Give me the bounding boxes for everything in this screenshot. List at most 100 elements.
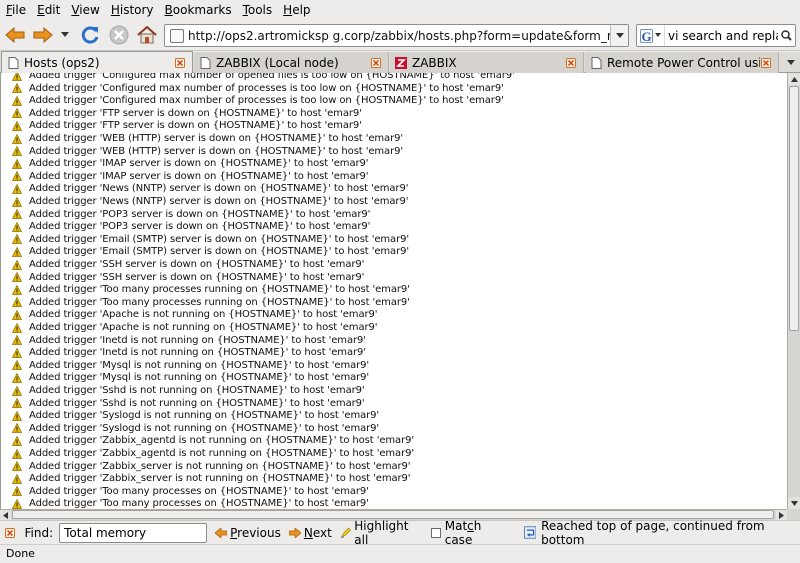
search-input[interactable] bbox=[668, 28, 778, 43]
reload-button[interactable] bbox=[78, 24, 102, 46]
scroll-left-arrow[interactable] bbox=[0, 510, 11, 520]
tab-label: ZABBIX (Local node) bbox=[216, 55, 339, 70]
warning-icon bbox=[12, 133, 22, 144]
log-row: Added trigger 'News (NNTP) server is dow… bbox=[1, 195, 408, 208]
menu-bar: File Edit View History Bookmarks Tools Help bbox=[0, 0, 800, 20]
log-row: Added trigger 'WEB (HTTP) server is down… bbox=[1, 145, 403, 158]
log-message: Added trigger 'Email (SMTP) server is do… bbox=[29, 233, 409, 245]
warning-icon bbox=[12, 95, 22, 106]
menu-view[interactable]: View bbox=[67, 0, 103, 20]
menu-tools[interactable]: Tools bbox=[239, 0, 277, 20]
log-message: Added trigger 'WEB (HTTP) server is down… bbox=[29, 145, 403, 157]
tab-bar: Hosts (ops2) ZABBIX (Local node) ZABBIX … bbox=[0, 51, 800, 73]
find-input[interactable] bbox=[59, 522, 208, 543]
log-message: Added trigger 'Configured max number of … bbox=[29, 73, 515, 81]
find-status-text: Reached top of page, continued from bott… bbox=[541, 518, 765, 547]
log-row: Added trigger 'News (NNTP) server is dow… bbox=[1, 182, 408, 195]
scroll-up-arrow[interactable] bbox=[788, 73, 800, 85]
warning-icon bbox=[12, 246, 22, 257]
forward-button[interactable] bbox=[31, 24, 55, 46]
chevron-down-icon bbox=[655, 33, 661, 37]
chevron-down-icon bbox=[61, 32, 69, 37]
find-bar: Find: Previous Next Highlight all Match … bbox=[0, 518, 800, 547]
log-row: Added trigger 'Zabbix_agentd is not runn… bbox=[1, 447, 414, 460]
url-history-dropdown[interactable] bbox=[610, 25, 628, 46]
highlighter-icon bbox=[340, 527, 351, 538]
log-row: Added trigger 'Mysql is not running on {… bbox=[1, 359, 369, 372]
vertical-scroll-thumb[interactable] bbox=[789, 86, 799, 331]
log-row: Added trigger 'Too many processes runnin… bbox=[1, 296, 410, 309]
log-message: Added trigger 'Configured max number of … bbox=[29, 82, 504, 94]
log-row: Added trigger 'Configured max number of … bbox=[1, 94, 504, 107]
menu-help[interactable]: Help bbox=[279, 0, 314, 20]
tab-zabbix-local-node[interactable]: ZABBIX (Local node) bbox=[194, 52, 389, 73]
match-case-checkbox[interactable]: Match case bbox=[431, 519, 510, 547]
log-row: Added trigger 'Sshd is not running on {H… bbox=[1, 397, 365, 410]
warning-icon bbox=[12, 360, 22, 371]
highlight-all-label: Highlight all bbox=[354, 518, 409, 547]
tab-remote-power-control[interactable]: Remote Power Control using... bbox=[585, 52, 779, 73]
warning-icon bbox=[12, 108, 22, 119]
tab-list-button[interactable] bbox=[781, 52, 800, 73]
menu-bookmarks[interactable]: Bookmarks bbox=[161, 0, 236, 20]
find-next-button[interactable]: Next bbox=[288, 526, 332, 540]
close-tab-icon[interactable] bbox=[565, 57, 577, 69]
history-dropdown-button[interactable] bbox=[58, 24, 72, 46]
log-row: Added trigger 'Inetd is not running on {… bbox=[1, 334, 366, 347]
checkbox-box[interactable] bbox=[431, 527, 441, 538]
log-message: Added trigger 'Too many processes runnin… bbox=[29, 296, 410, 308]
tab-hosts-ops2[interactable]: Hosts (ops2) bbox=[1, 51, 193, 73]
search-bar[interactable]: G bbox=[636, 24, 796, 47]
log-row: Added trigger 'Sshd is not running on {H… bbox=[1, 384, 365, 397]
log-row: Added trigger 'IMAP server is down on {H… bbox=[1, 157, 369, 170]
log-message: Added trigger 'Inetd is not running on {… bbox=[29, 334, 366, 346]
browser-window: File Edit View History Bookmarks Tools Help bbox=[0, 0, 800, 563]
tab-label: Hosts (ops2) bbox=[24, 55, 100, 70]
log-message: Added trigger 'Sshd is not running on {H… bbox=[29, 385, 365, 396]
warning-icon bbox=[12, 498, 22, 509]
log-row: Added trigger 'Too many processes runnin… bbox=[1, 283, 410, 296]
log-row: Added trigger 'Email (SMTP) server is do… bbox=[1, 233, 409, 246]
back-arrow-icon bbox=[5, 27, 25, 43]
forward-arrow-icon bbox=[33, 27, 53, 43]
warning-icon bbox=[12, 120, 22, 131]
stop-icon bbox=[109, 25, 129, 45]
url-bar[interactable] bbox=[164, 24, 629, 47]
warning-icon bbox=[12, 335, 22, 345]
zabbix-icon bbox=[395, 56, 407, 69]
highlight-all-button[interactable]: Highlight all bbox=[340, 519, 423, 547]
menu-edit[interactable]: Edit bbox=[33, 0, 64, 20]
log-message: Added trigger 'Syslogd is not running on… bbox=[29, 422, 380, 434]
warning-icon bbox=[12, 322, 22, 333]
log-message: Added trigger 'Zabbix_server is not runn… bbox=[29, 460, 411, 472]
warning-icon bbox=[12, 272, 22, 282]
page-favicon-icon bbox=[170, 28, 184, 43]
warning-icon bbox=[12, 297, 22, 308]
menu-file[interactable]: File bbox=[2, 0, 30, 20]
search-engine-selector[interactable]: G bbox=[637, 25, 665, 46]
log-row: Added trigger 'Zabbix_server is not runn… bbox=[1, 460, 411, 473]
warning-icon bbox=[12, 171, 22, 182]
log-row: Added trigger 'IMAP server is down on {H… bbox=[1, 170, 369, 183]
warning-icon bbox=[12, 73, 22, 81]
log-row: Added trigger 'FTP server is down on {HO… bbox=[1, 107, 362, 120]
stop-button[interactable] bbox=[107, 24, 131, 46]
tab-zabbix[interactable]: ZABBIX bbox=[390, 52, 584, 73]
log-message: Added trigger 'Too many processes on {HO… bbox=[29, 485, 369, 497]
home-button[interactable] bbox=[135, 24, 159, 46]
menu-history[interactable]: History bbox=[107, 0, 158, 20]
log-row: Added trigger 'Apache is not running on … bbox=[1, 308, 377, 321]
close-tab-icon[interactable] bbox=[174, 57, 186, 69]
url-input[interactable] bbox=[188, 28, 613, 43]
find-previous-button[interactable]: Previous bbox=[215, 526, 281, 540]
search-go-button[interactable] bbox=[778, 30, 794, 41]
log-row: Added trigger 'WEB (HTTP) server is down… bbox=[1, 132, 403, 145]
close-tab-icon[interactable] bbox=[370, 57, 382, 69]
back-button[interactable] bbox=[3, 24, 27, 46]
warning-icon bbox=[12, 146, 22, 156]
log-row: Added trigger 'Zabbix_server is not runn… bbox=[1, 472, 411, 485]
scroll-down-arrow[interactable] bbox=[788, 497, 800, 509]
close-find-bar-button[interactable] bbox=[4, 527, 15, 539]
close-tab-icon[interactable] bbox=[760, 57, 772, 69]
vertical-scrollbar[interactable] bbox=[787, 73, 800, 509]
